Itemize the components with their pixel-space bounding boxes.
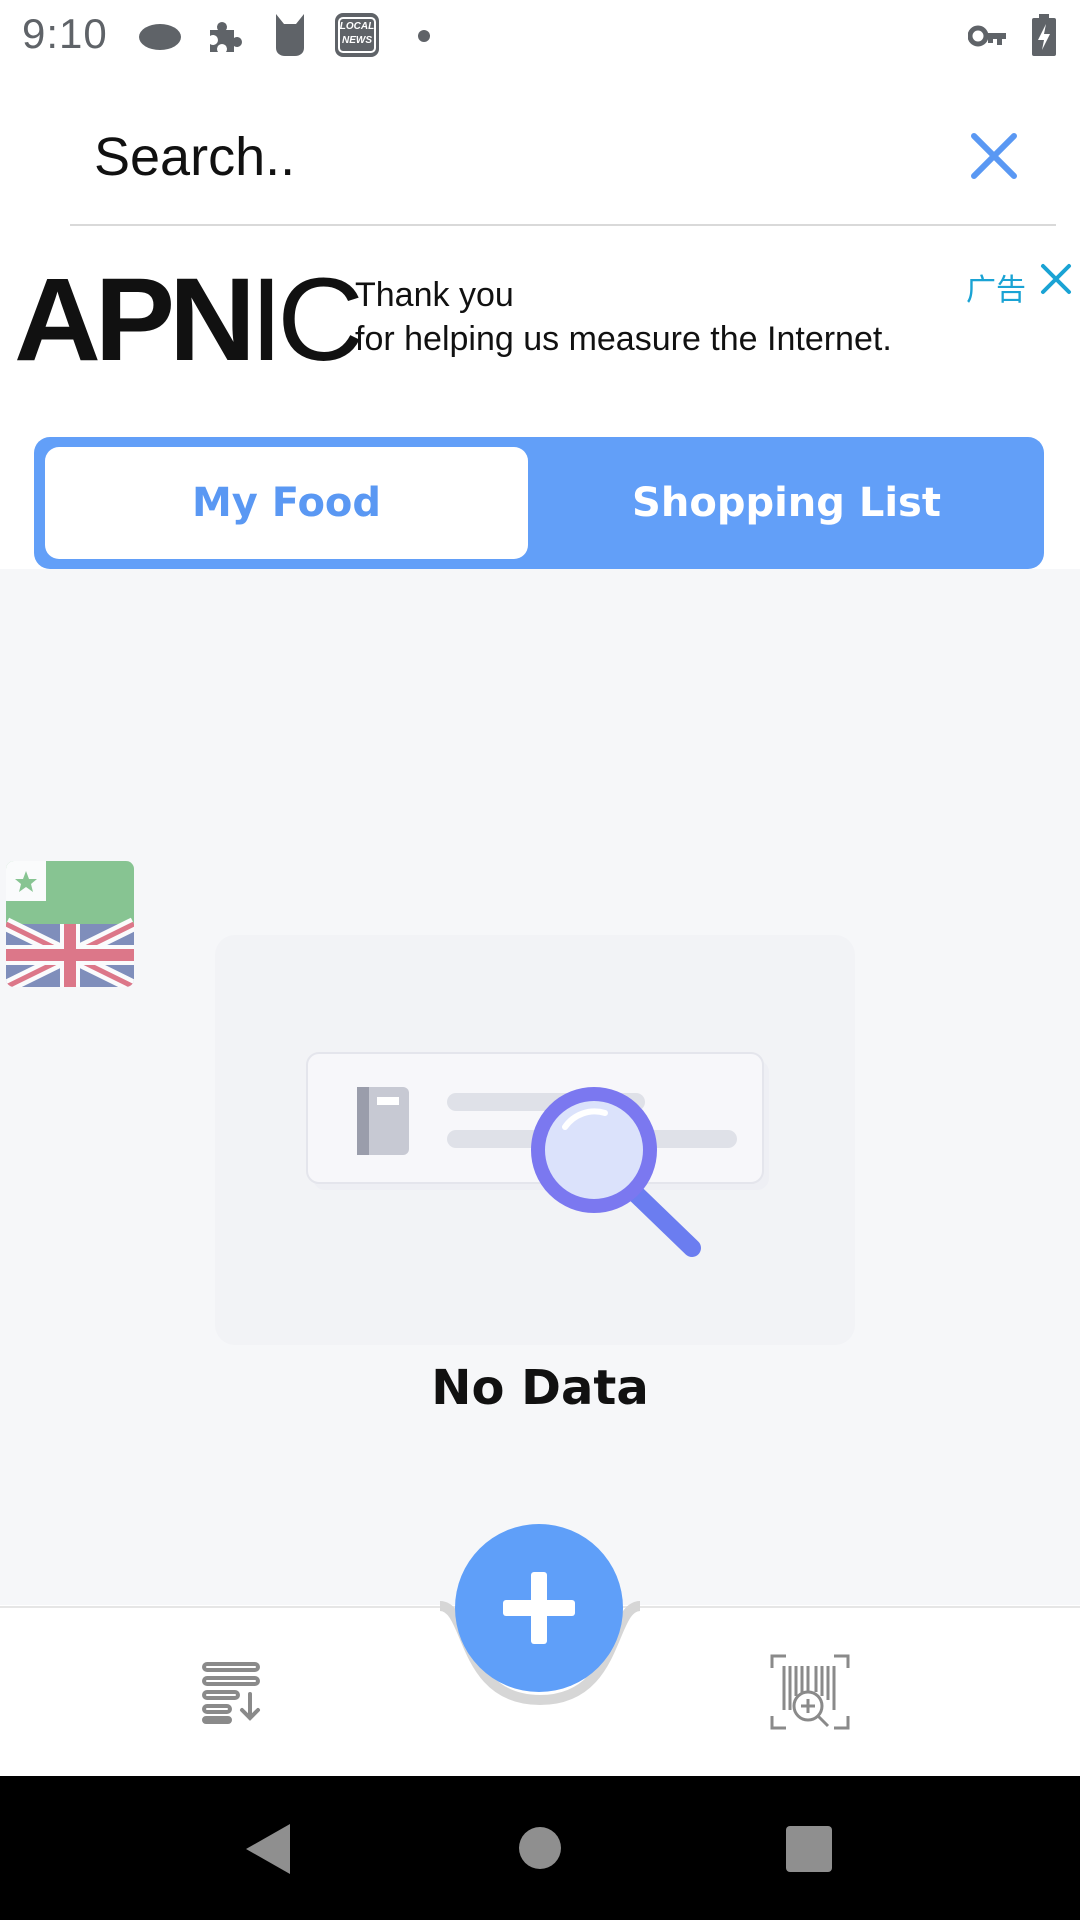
puzzle-icon xyxy=(210,22,242,52)
vpn-key-icon xyxy=(968,25,1006,47)
cloud-icon xyxy=(139,24,181,50)
ad-badge: 广告 xyxy=(966,273,1026,308)
ad-message: Thank you for helping us measure the Int… xyxy=(355,273,892,361)
ad-line-1: Thank you xyxy=(355,276,514,314)
battery-charging-icon xyxy=(1032,14,1056,56)
status-time: 9:10 xyxy=(22,10,108,57)
back-triangle-icon[interactable] xyxy=(244,1822,292,1876)
tab-my-food-label: My Food xyxy=(191,480,382,526)
search-input[interactable] xyxy=(94,122,914,192)
tab-switcher: My Food Shopping List xyxy=(34,437,1044,569)
empty-search-illustration xyxy=(215,935,855,1345)
plus-icon xyxy=(503,1572,575,1644)
language-switch-button[interactable] xyxy=(6,861,134,987)
ad-banner[interactable]: APNIC Thank you for helping us measure t… xyxy=(0,255,1080,385)
notification-dot-icon xyxy=(418,30,430,42)
empty-state-text: No Data xyxy=(431,1360,649,1416)
ad-logo: APNIC xyxy=(14,261,364,379)
status-bar: 9:10 LOCAL NEWS xyxy=(0,0,1080,72)
tab-shopping-list[interactable]: Shopping List xyxy=(539,447,1034,559)
news-badge-line2: NEWS xyxy=(342,35,372,46)
ad-logo-light: IC xyxy=(249,254,364,386)
close-icon[interactable] xyxy=(964,126,1024,186)
system-navigation-bar xyxy=(0,1776,1080,1920)
ad-line-2: for helping us measure the Internet. xyxy=(355,320,892,358)
ad-close-icon[interactable] xyxy=(1038,261,1074,297)
cat-icon xyxy=(276,14,304,56)
list-sort-down-icon[interactable] xyxy=(200,1660,264,1724)
barcode-scan-search-icon[interactable] xyxy=(770,1654,850,1730)
tab-my-food[interactable]: My Food xyxy=(45,447,528,559)
add-item-button[interactable] xyxy=(455,1524,623,1692)
search-bar xyxy=(70,100,1056,226)
news-badge-line1: LOCAL xyxy=(339,21,375,32)
home-circle-icon[interactable] xyxy=(518,1826,562,1870)
recents-square-icon[interactable] xyxy=(786,1826,832,1872)
ad-logo-bold: APN xyxy=(14,254,256,386)
tab-shopping-list-label: Shopping List xyxy=(632,480,941,526)
esperanto-uk-flag-icon xyxy=(6,861,134,987)
